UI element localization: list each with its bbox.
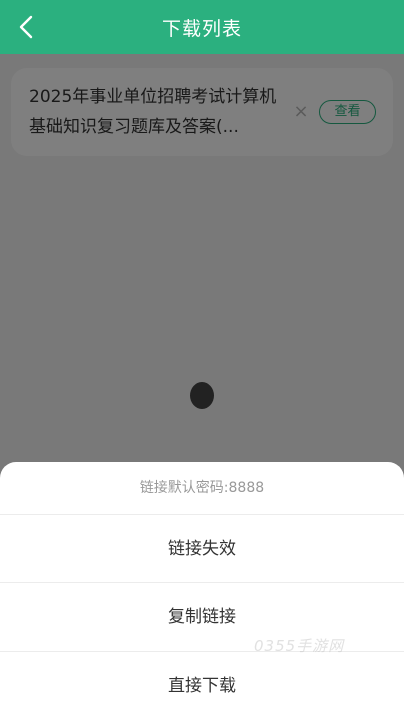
- back-button[interactable]: [0, 0, 52, 54]
- action-sheet: 链接默认密码:8888 链接失效 复制链接 直接下载: [0, 462, 404, 720]
- link-invalid-option[interactable]: 链接失效: [0, 514, 404, 582]
- watermark: 0355手游网: [254, 637, 345, 655]
- chevron-left-icon: [19, 15, 33, 39]
- page-title: 下载列表: [161, 17, 242, 40]
- app-header: 下载列表: [0, 0, 404, 54]
- direct-download-option[interactable]: 直接下载: [0, 651, 404, 719]
- loading-icon: [190, 382, 214, 409]
- password-hint: 链接默认密码:8888: [139, 480, 265, 496]
